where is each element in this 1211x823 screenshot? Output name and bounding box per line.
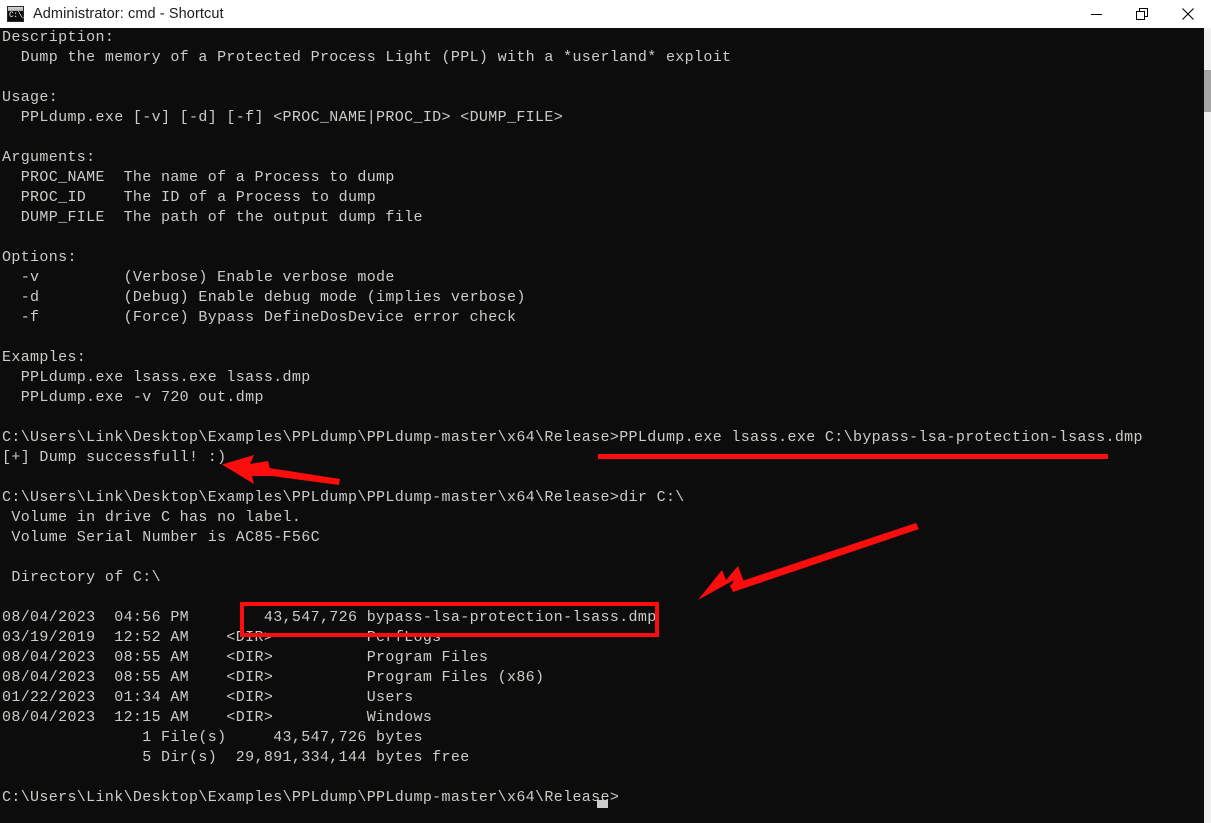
terminal-text: Description: Dump the memory of a Protec… (2, 29, 1143, 806)
close-icon (1182, 8, 1194, 20)
window-controls (1073, 0, 1211, 28)
text-cursor (597, 800, 608, 808)
window-title: Administrator: cmd - Shortcut (33, 6, 224, 22)
minimize-button[interactable] (1073, 0, 1119, 28)
vertical-scrollbar[interactable] (1204, 28, 1211, 823)
terminal-output-area[interactable]: Description: Dump the memory of a Protec… (0, 28, 1211, 823)
restore-icon (1135, 7, 1148, 20)
restore-button[interactable] (1119, 0, 1165, 28)
console-window: C:\_ Administrator: cmd - Shortcut Descr… (0, 0, 1211, 823)
icon-prompt-glyph: C:\_ (9, 11, 27, 20)
cmd-console-icon: C:\_ (7, 6, 27, 22)
close-button[interactable] (1165, 0, 1211, 28)
title-bar[interactable]: C:\_ Administrator: cmd - Shortcut (0, 0, 1211, 28)
minimize-icon (1090, 13, 1102, 15)
scrollbar-thumb[interactable] (1204, 70, 1211, 112)
